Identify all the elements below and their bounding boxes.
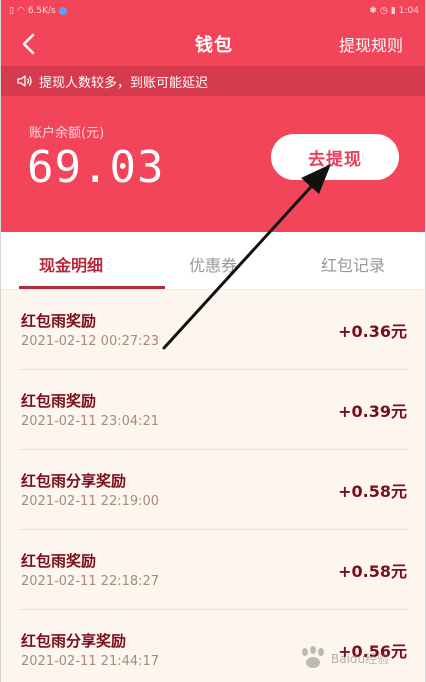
network-speed: 6.5K/s bbox=[27, 6, 56, 16]
record-name: 红包雨分享奖励 bbox=[21, 472, 127, 490]
app-header: 钱包 提现规则 bbox=[1, 22, 425, 66]
record-time: 2021-02-11 22:18:27 bbox=[21, 574, 160, 589]
bluetooth-icon: ✱ bbox=[369, 6, 377, 16]
record-time: 2021-02-11 23:04:21 bbox=[21, 414, 160, 429]
tab-coupons[interactable]: 优惠券 bbox=[189, 252, 237, 276]
page-title: 钱包 bbox=[195, 35, 233, 56]
withdraw-button[interactable]: 去提现 bbox=[271, 134, 399, 180]
record-time: 2021-02-11 22:19:00 bbox=[21, 494, 160, 509]
balance-label: 账户余额(元) bbox=[29, 126, 105, 141]
battery-icon: ▮ bbox=[390, 6, 396, 16]
active-tab-indicator bbox=[19, 286, 165, 289]
status-left: ▯ ◠ 6.5K/s bbox=[9, 6, 67, 16]
record-name: 红包雨奖励 bbox=[21, 312, 97, 330]
cash-record-list: 红包雨奖励 2021-02-12 00:27:23 +0.36元 红包雨奖励 2… bbox=[1, 290, 425, 682]
watermark: Baidu经验 bbox=[299, 644, 411, 672]
speaker-icon bbox=[17, 75, 32, 87]
tab-bar: 现金明细 优惠券 红包记录 bbox=[1, 232, 425, 290]
wifi-icon: ◠ bbox=[16, 6, 25, 16]
notice-bar: 提现人数较多，到账可能延迟 bbox=[1, 66, 425, 96]
wallet-screen: ▯ ◠ 6.5K/s ✱ ◷ ▮ 1:04 钱包 提现规则 提现人数较多，到账可… bbox=[0, 0, 426, 682]
alarm-icon: ◷ bbox=[379, 6, 388, 16]
list-item[interactable]: 红包雨奖励 2021-02-11 23:04:21 +0.39元 bbox=[19, 370, 409, 450]
notice-text: 提现人数较多，到账可能延迟 bbox=[39, 75, 209, 91]
record-time: 2021-02-12 00:27:23 bbox=[21, 334, 160, 349]
withdraw-rules-link[interactable]: 提现规则 bbox=[339, 32, 403, 56]
chevron-left-icon bbox=[22, 33, 35, 55]
clock: 1:04 bbox=[398, 6, 419, 16]
sim-icon: ▯ bbox=[9, 6, 14, 16]
list-item[interactable]: 红包雨奖励 2021-02-12 00:27:23 +0.36元 bbox=[19, 290, 409, 370]
app-notification-icon bbox=[58, 7, 67, 15]
tab-red-packet-records[interactable]: 红包记录 bbox=[321, 252, 385, 276]
status-right: ✱ ◷ ▮ 1:04 bbox=[369, 6, 419, 16]
record-name: 红包雨分享奖励 bbox=[21, 632, 127, 650]
balance-card: 账户余额(元) 69.03 去提现 bbox=[1, 96, 425, 232]
record-amount: +0.58元 bbox=[338, 562, 407, 581]
record-amount: +0.39元 bbox=[338, 402, 407, 421]
watermark-text: Baidu经验 bbox=[331, 651, 390, 666]
record-amount: +0.36元 bbox=[338, 322, 407, 341]
balance-value: 69.03 bbox=[27, 142, 165, 193]
record-name: 红包雨奖励 bbox=[21, 552, 97, 570]
tab-cash-details[interactable]: 现金明细 bbox=[39, 252, 103, 276]
paw-logo-icon bbox=[299, 646, 327, 670]
back-button[interactable] bbox=[15, 30, 41, 58]
record-amount: +0.58元 bbox=[338, 482, 407, 501]
record-name: 红包雨奖励 bbox=[21, 392, 97, 410]
record-time: 2021-02-11 21:44:17 bbox=[21, 654, 160, 669]
status-bar: ▯ ◠ 6.5K/s ✱ ◷ ▮ 1:04 bbox=[1, 0, 425, 22]
list-item[interactable]: 红包雨分享奖励 2021-02-11 22:19:00 +0.58元 bbox=[19, 450, 409, 530]
list-item[interactable]: 红包雨奖励 2021-02-11 22:18:27 +0.58元 bbox=[19, 530, 409, 610]
